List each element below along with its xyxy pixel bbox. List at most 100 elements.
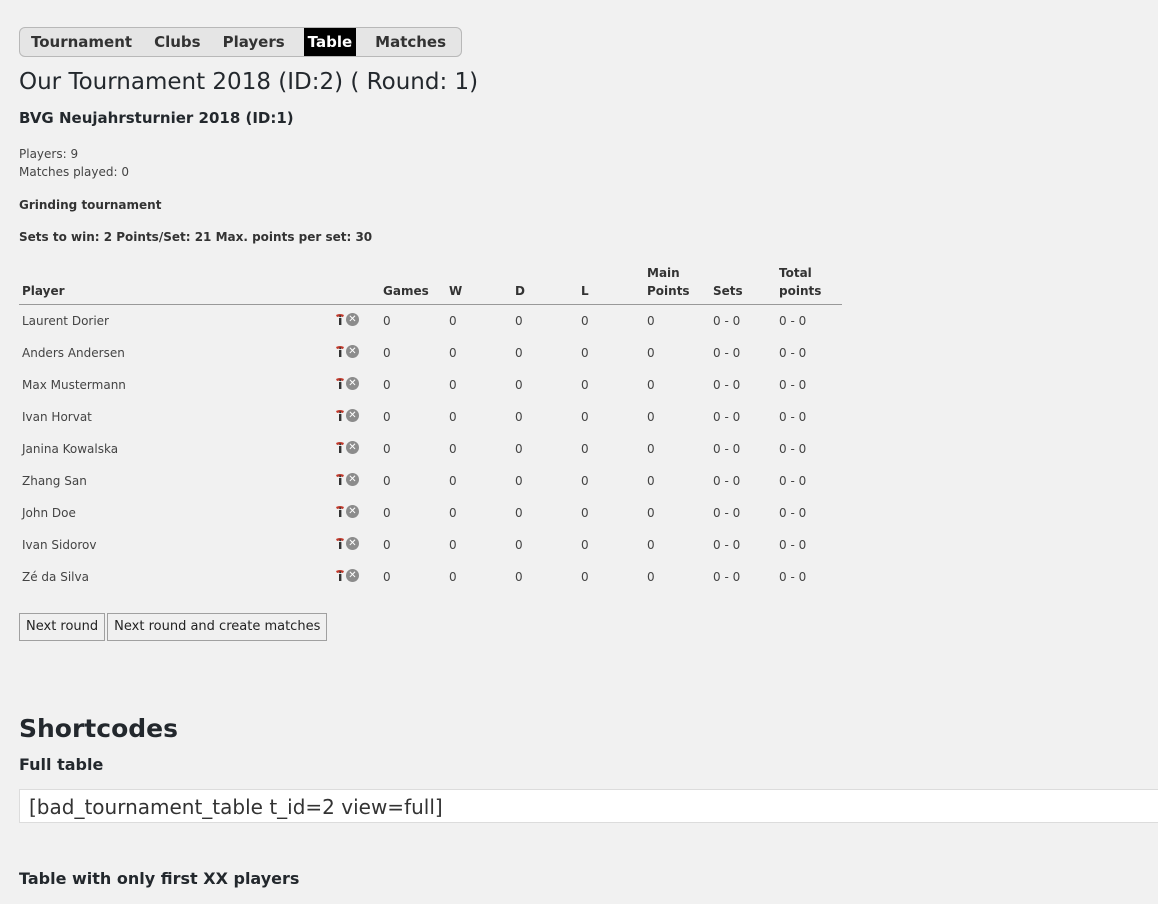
- losses-cell: 0: [581, 570, 589, 584]
- sets-cell: 0 - 0: [713, 346, 741, 360]
- table-header-row: Player Games W D L Main Points Sets Total…: [19, 264, 842, 305]
- main-points-cell: 0: [647, 314, 655, 328]
- delete-icon[interactable]: ✕: [346, 537, 359, 551]
- row-icons: ✕: [335, 537, 359, 551]
- header-main-points: Main Points: [644, 264, 710, 305]
- row-icons: ✕: [335, 313, 359, 327]
- table-row: Janina Kowalska ✕ 0 0 0 0 0 0 - 0 0 - 0: [19, 433, 842, 465]
- sets-cell: 0 - 0: [713, 538, 741, 552]
- row-icons: ✕: [335, 505, 359, 519]
- draws-cell: 0: [515, 506, 523, 520]
- info-icon[interactable]: [335, 377, 345, 390]
- draws-cell: 0: [515, 474, 523, 488]
- info-icon[interactable]: [335, 313, 345, 326]
- tab-matches[interactable]: Matches: [364, 28, 457, 56]
- sets-cell: 0 - 0: [713, 314, 741, 328]
- games-cell: 0: [383, 346, 391, 360]
- delete-icon[interactable]: ✕: [346, 505, 359, 519]
- delete-icon[interactable]: ✕: [346, 441, 359, 455]
- draws-cell: 0: [515, 442, 523, 456]
- sets-cell: 0 - 0: [713, 474, 741, 488]
- row-icons: ✕: [335, 473, 359, 487]
- main-points-cell: 0: [647, 538, 655, 552]
- header-d: D: [512, 264, 578, 305]
- games-cell: 0: [383, 506, 391, 520]
- players-count: Players: 9: [19, 147, 79, 161]
- games-cell: 0: [383, 378, 391, 392]
- tournament-type: Grinding tournament: [19, 198, 162, 212]
- player-name: Max Mustermann: [22, 378, 126, 392]
- header-player: Player: [19, 264, 330, 305]
- wins-cell: 0: [449, 314, 457, 328]
- main-points-cell: 0: [647, 378, 655, 392]
- info-icon[interactable]: [335, 441, 345, 454]
- player-name: Janina Kowalska: [22, 442, 119, 456]
- delete-icon[interactable]: ✕: [346, 409, 359, 423]
- losses-cell: 0: [581, 538, 589, 552]
- main-points-cell: 0: [647, 410, 655, 424]
- tournament-rules: Sets to win: 2 Points/Set: 21 Max. point…: [19, 230, 373, 244]
- info-icon[interactable]: [335, 409, 345, 422]
- round-actions: Next round Next round and create matches: [19, 613, 1158, 641]
- player-name: Ivan Sidorov: [22, 538, 97, 552]
- info-icon[interactable]: [335, 537, 345, 550]
- tab-table[interactable]: Table: [303, 28, 357, 56]
- table-row: Anders Andersen ✕ 0 0 0 0 0 0 - 0 0 - 0: [19, 337, 842, 369]
- player-name: Laurent Dorier: [22, 314, 109, 328]
- info-icon[interactable]: [335, 569, 345, 582]
- losses-cell: 0: [581, 378, 589, 392]
- row-actions: ✕: [330, 337, 380, 369]
- info-icon[interactable]: [335, 505, 345, 518]
- next-round-create-matches-button[interactable]: Next round and create matches: [107, 613, 328, 641]
- wins-cell: 0: [449, 474, 457, 488]
- tournament-stats: Players: 9 Matches played: 0: [19, 145, 1158, 181]
- row-actions: ✕: [330, 529, 380, 561]
- tournament-subtitle: BVG Neujahrsturnier 2018 (ID:1): [19, 109, 294, 127]
- total-points-cell: 0 - 0: [779, 410, 807, 424]
- main-points-cell: 0: [647, 506, 655, 520]
- player-name: Anders Andersen: [22, 346, 125, 360]
- main-points-cell: 0: [647, 474, 655, 488]
- row-actions: ✕: [330, 465, 380, 497]
- header-total-points: Total points: [776, 264, 842, 305]
- games-cell: 0: [383, 410, 391, 424]
- info-icon[interactable]: [335, 473, 345, 486]
- total-points-cell: 0 - 0: [779, 314, 807, 328]
- losses-cell: 0: [581, 442, 589, 456]
- losses-cell: 0: [581, 314, 589, 328]
- tab-tournament[interactable]: Tournament: [20, 28, 143, 56]
- games-cell: 0: [383, 570, 391, 584]
- tab-players[interactable]: Players: [212, 28, 296, 56]
- player-name: Zhang San: [22, 474, 87, 488]
- tab-clubs[interactable]: Clubs: [143, 28, 212, 56]
- wins-cell: 0: [449, 538, 457, 552]
- row-actions: ✕: [330, 369, 380, 401]
- delete-icon[interactable]: ✕: [346, 345, 359, 359]
- row-actions: ✕: [330, 305, 380, 338]
- table-row: Zhang San ✕ 0 0 0 0 0 0 - 0 0 - 0: [19, 465, 842, 497]
- total-points-cell: 0 - 0: [779, 538, 807, 552]
- draws-cell: 0: [515, 538, 523, 552]
- page-content: Tournament Clubs Players Table Matches O…: [19, 27, 1158, 888]
- delete-icon[interactable]: ✕: [346, 569, 359, 583]
- info-icon[interactable]: [335, 345, 345, 358]
- games-cell: 0: [383, 314, 391, 328]
- sets-cell: 0 - 0: [713, 378, 741, 392]
- full-table-shortcode-field[interactable]: [bad_tournament_table t_id=2 view=full]: [19, 789, 1158, 823]
- table-row: Laurent Dorier ✕ 0 0 0 0 0 0 - 0 0 - 0: [19, 305, 842, 338]
- row-icons: ✕: [335, 377, 359, 391]
- sets-cell: 0 - 0: [713, 506, 741, 520]
- delete-icon[interactable]: ✕: [346, 473, 359, 487]
- table-row: Max Mustermann ✕ 0 0 0 0 0 0 - 0 0 - 0: [19, 369, 842, 401]
- header-games: Games: [380, 264, 446, 305]
- row-actions: ✕: [330, 401, 380, 433]
- delete-icon[interactable]: ✕: [346, 377, 359, 391]
- wins-cell: 0: [449, 442, 457, 456]
- sets-cell: 0 - 0: [713, 570, 741, 584]
- full-table-label: Full table: [19, 755, 104, 774]
- delete-icon[interactable]: ✕: [346, 313, 359, 327]
- next-round-button[interactable]: Next round: [19, 613, 106, 641]
- losses-cell: 0: [581, 346, 589, 360]
- total-points-cell: 0 - 0: [779, 442, 807, 456]
- player-name: John Doe: [22, 506, 76, 520]
